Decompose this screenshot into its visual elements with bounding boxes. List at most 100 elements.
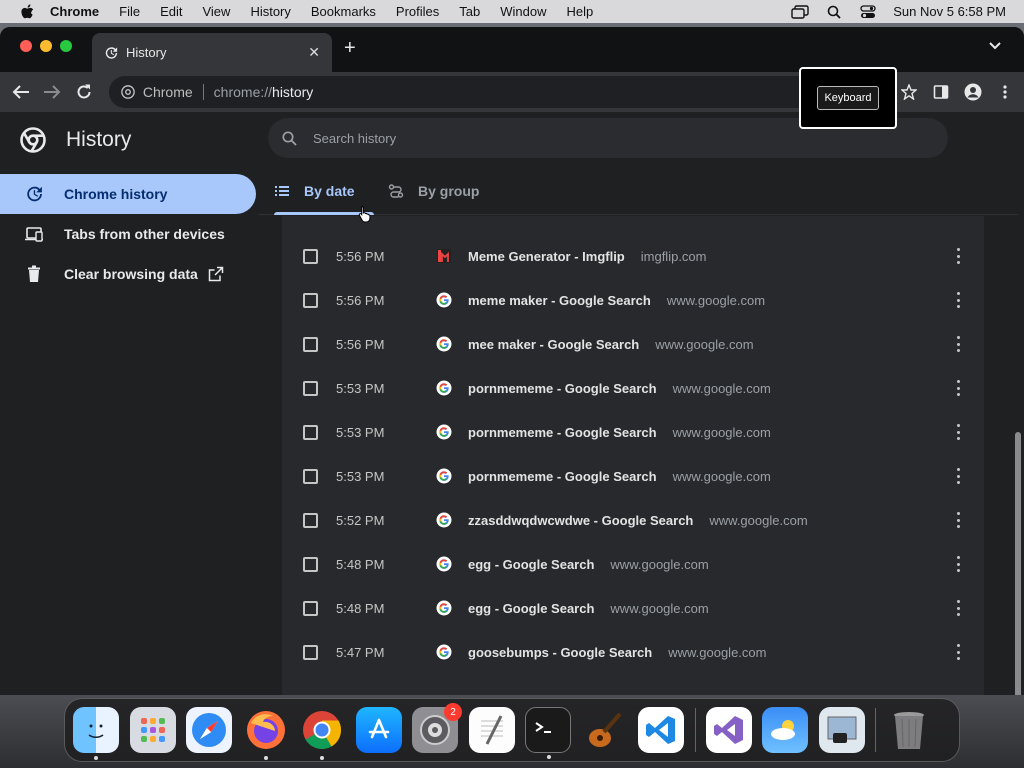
- table-row[interactable]: 5:53 PM pornmememe - Google Search www.goo…: [282, 454, 984, 498]
- menubar-clock[interactable]: Sun Nov 5 6:58 PM: [893, 4, 1006, 19]
- tab-close-icon[interactable]: ✕: [308, 44, 320, 61]
- page-scrollbar[interactable]: [1014, 242, 1022, 695]
- reload-button[interactable]: [73, 81, 95, 103]
- menu-file[interactable]: File: [119, 4, 140, 19]
- menu-bookmarks[interactable]: Bookmarks: [311, 4, 376, 19]
- row-title-link[interactable]: goosebumps - Google Search: [468, 645, 652, 660]
- omnibox-divider: [202, 84, 204, 100]
- keyboard-overlay: Keyboard: [799, 67, 897, 129]
- row-checkbox[interactable]: [303, 644, 318, 660]
- row-title-link[interactable]: pornmememe - Google Search: [468, 425, 657, 440]
- table-row[interactable]: 5:48 PM egg - Google Search www.google.com: [282, 586, 984, 630]
- finder-icon[interactable]: [73, 707, 119, 760]
- apple-menu-icon[interactable]: [18, 3, 36, 21]
- row-more-actions-icon[interactable]: [956, 424, 960, 440]
- table-row[interactable]: 5:53 PM pornmememe - Google Search www.goo…: [282, 366, 984, 410]
- row-more-actions-icon[interactable]: [956, 468, 960, 484]
- chrome-icon[interactable]: [299, 707, 345, 760]
- row-more-actions-icon[interactable]: [956, 248, 960, 264]
- tab-by-group[interactable]: By group: [388, 167, 479, 215]
- screen-mirroring-icon[interactable]: [791, 4, 809, 19]
- row-more-actions-icon[interactable]: [956, 644, 960, 660]
- trash-icon: [24, 264, 44, 284]
- row-domain: www.google.com: [672, 380, 771, 396]
- row-checkbox[interactable]: [303, 380, 318, 396]
- row-more-actions-icon[interactable]: [956, 292, 960, 308]
- trash-bin-icon[interactable]: [886, 707, 932, 753]
- menu-help[interactable]: Help: [567, 4, 594, 19]
- row-title-link[interactable]: pornmememe - Google Search: [468, 381, 657, 396]
- row-title-link[interactable]: zzasddwqdwcwdwe - Google Search: [468, 513, 693, 528]
- row-checkbox[interactable]: [303, 600, 318, 616]
- control-center-icon[interactable]: [859, 4, 877, 19]
- chrome-logo-icon: [20, 126, 46, 153]
- sidebar-item-other-devices[interactable]: Tabs from other devices: [0, 214, 256, 254]
- table-row[interactable]: 5:52 PM zzasddwqdwcwdwe - Google Search ww…: [282, 498, 984, 542]
- table-row[interactable]: 5:48 PM egg - Google Search www.google.com: [282, 542, 984, 586]
- table-row[interactable]: 5:56 PM meme maker - Google Search www.goo…: [282, 278, 984, 322]
- row-title-link[interactable]: mee maker - Google Search: [468, 337, 639, 352]
- row-title-link[interactable]: Meme Generator - Imgflip: [468, 249, 625, 264]
- tab-by-date[interactable]: By date: [274, 167, 374, 215]
- new-tab-button[interactable]: +: [344, 37, 356, 60]
- table-row[interactable]: 5:56 PM mee maker - Google Search www.goog…: [282, 322, 984, 366]
- terminal-icon[interactable]: [525, 707, 571, 759]
- back-button[interactable]: [10, 81, 32, 103]
- keyboard-key-label: Keyboard: [817, 86, 879, 110]
- row-checkbox[interactable]: [303, 424, 318, 440]
- textedit-icon[interactable]: [468, 707, 515, 753]
- row-more-actions-icon[interactable]: [956, 600, 960, 616]
- menu-window[interactable]: Window: [500, 4, 546, 19]
- sidebar-item-chrome-history[interactable]: Chrome history: [0, 174, 256, 214]
- row-checkbox[interactable]: [303, 468, 318, 484]
- firefox-icon[interactable]: [243, 707, 289, 760]
- window-close-button[interactable]: [20, 40, 32, 52]
- table-row[interactable]: 5:56 PM Meme Generator - Imgflip imgflip.c…: [282, 234, 984, 278]
- table-row[interactable]: 5:53 PM pornmememe - Google Search www.goo…: [282, 410, 984, 454]
- row-checkbox[interactable]: [303, 512, 318, 528]
- tab-history[interactable]: History ✕: [92, 33, 332, 72]
- row-more-actions-icon[interactable]: [956, 556, 960, 572]
- sidebar-item-clear-browsing-data[interactable]: Clear browsing data: [0, 254, 256, 294]
- menu-app-name[interactable]: Chrome: [50, 4, 99, 19]
- window-minimize-button[interactable]: [40, 40, 52, 52]
- weather-icon[interactable]: [762, 707, 808, 753]
- row-title-link[interactable]: pornmememe - Google Search: [468, 469, 657, 484]
- spotlight-search-icon[interactable]: [825, 5, 843, 19]
- row-checkbox[interactable]: [303, 248, 318, 264]
- row-title-link[interactable]: egg - Google Search: [468, 557, 594, 572]
- row-checkbox[interactable]: [303, 336, 318, 352]
- row-more-actions-icon[interactable]: [956, 380, 960, 396]
- row-title-link[interactable]: egg - Google Search: [468, 601, 594, 616]
- table-row[interactable]: 5:47 PM goosebumps - Google Search www.goo…: [282, 630, 984, 674]
- preview-icon[interactable]: [818, 707, 865, 753]
- side-panel-icon[interactable]: [932, 83, 950, 101]
- row-checkbox[interactable]: [303, 292, 318, 308]
- menu-history[interactable]: History: [250, 4, 290, 19]
- bookmark-star-icon[interactable]: [900, 83, 918, 101]
- app-store-icon[interactable]: [355, 707, 402, 753]
- vscode-icon[interactable]: [638, 707, 684, 753]
- profile-avatar-icon[interactable]: [964, 83, 982, 101]
- menu-edit[interactable]: Edit: [160, 4, 182, 19]
- menu-profiles[interactable]: Profiles: [396, 4, 439, 19]
- forward-button[interactable]: [42, 81, 64, 103]
- safari-icon[interactable]: [186, 707, 232, 753]
- kebab-menu-icon[interactable]: [996, 83, 1014, 101]
- menu-tab[interactable]: Tab: [459, 4, 480, 19]
- launchpad-icon[interactable]: [129, 707, 176, 753]
- scrollbar-thumb[interactable]: [1015, 432, 1021, 695]
- row-more-actions-icon[interactable]: [956, 512, 960, 528]
- system-settings-icon[interactable]: 2: [412, 703, 462, 753]
- menu-view[interactable]: View: [202, 4, 230, 19]
- row-checkbox[interactable]: [303, 556, 318, 572]
- row-time: 5:56 PM: [336, 292, 385, 308]
- garageband-icon[interactable]: [582, 707, 628, 753]
- address-bar[interactable]: Chrome chrome://history: [108, 76, 886, 108]
- tab-search-chevron-icon[interactable]: [988, 41, 1002, 51]
- window-zoom-button[interactable]: [60, 40, 72, 52]
- row-title-link[interactable]: meme maker - Google Search: [468, 293, 651, 308]
- row-more-actions-icon[interactable]: [956, 336, 960, 352]
- visual-studio-icon[interactable]: [705, 707, 752, 753]
- table-row-partial: [282, 216, 984, 226]
